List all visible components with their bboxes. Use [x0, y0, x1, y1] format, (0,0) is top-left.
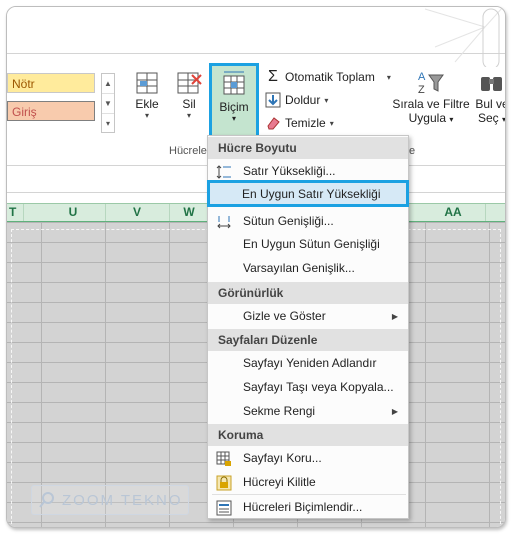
menu-header-cell-size: Hücre Boyutu	[208, 137, 408, 159]
insert-label: Ekle	[135, 97, 159, 111]
scroll-down-icon[interactable]: ▼	[102, 94, 114, 114]
clear-label: Temizle	[285, 116, 326, 130]
menu-item-hide-unhide[interactable]: Gizle ve Göster ▶	[208, 305, 408, 328]
fill-caret-icon: ▾	[324, 95, 329, 105]
svg-text:Z: Z	[418, 84, 425, 96]
format-label: Biçim	[219, 100, 249, 114]
menu-item-lock-cell[interactable]: Hücreyi Kilitle	[208, 471, 408, 494]
menu-item-column-width[interactable]: Sütun Genişliği...	[208, 210, 408, 233]
style-neutral[interactable]: Nötr	[7, 73, 95, 93]
autosum-button[interactable]: Σ Otomatik Toplam ▾	[265, 68, 391, 86]
menu-item-label: Hücreyi Kilitle	[243, 475, 316, 489]
svg-text:A: A	[418, 71, 426, 83]
menu-item-label: En Uygun Sütun Genişliği	[243, 237, 380, 251]
insert-cells-icon	[136, 72, 158, 94]
sort-filter-label-2: Uygula	[408, 111, 446, 125]
fill-down-icon	[265, 92, 281, 108]
delete-label: Sil	[182, 97, 196, 111]
sort-filter-label-1: Sırala ve Filtre	[392, 97, 470, 111]
menu-item-label: Sayfayı Taşı veya Kopyala...	[243, 380, 394, 394]
styles-scroll[interactable]: ▲ ▼ ▾	[101, 73, 115, 133]
clear-caret-icon: ▾	[329, 118, 334, 128]
menu-item-label: Sütun Genişliği...	[243, 214, 334, 228]
watermark: ZOOM TEKNO	[31, 485, 189, 515]
menu-item-label: Gizle ve Göster	[243, 309, 326, 323]
delete-button[interactable]: Sil ▾	[169, 69, 209, 121]
watermark-text: ZOOM TEKNO	[62, 491, 183, 509]
menu-item-autofit-column[interactable]: En Uygun Sütun Genişliği	[208, 233, 408, 256]
menu-header-visibility: Görünürlük	[208, 282, 408, 304]
find-label-2: Seç	[477, 111, 499, 125]
menu-item-label: Sayfayı Koru...	[243, 451, 322, 465]
more-icon[interactable]: ▾	[102, 114, 114, 133]
format-cells-icon	[216, 500, 232, 516]
format-caret-icon: ▾	[231, 114, 236, 123]
menu-header-organize-sheets: Sayfaları Düzenle	[208, 329, 408, 351]
format-button[interactable]: Biçim ▾	[209, 63, 259, 138]
find-select-button[interactable]: Bul ve Seç ▾	[472, 69, 506, 125]
cells-group-label: Hücreler	[169, 145, 211, 157]
autosum-label: Otomatik Toplam	[285, 70, 375, 84]
lock-icon	[216, 475, 232, 491]
sort-filter-caret-icon: ▾	[449, 115, 454, 124]
sort-filter-icon: A Z	[418, 71, 444, 96]
column-header[interactable]: AA	[421, 204, 486, 221]
menu-item-protect-sheet[interactable]: Sayfayı Koru...	[208, 447, 408, 470]
menu-item-label: Sayfayı Yeniden Adlandır	[243, 356, 377, 370]
protect-sheet-icon	[216, 451, 231, 466]
sigma-icon: Σ	[268, 68, 278, 85]
insert-caret-icon: ▾	[144, 111, 149, 120]
menu-item-rename-sheet[interactable]: Sayfayı Yeniden Adlandır	[208, 352, 408, 375]
menu-item-label: Satır Yüksekliği...	[243, 164, 336, 178]
delete-cells-icon	[177, 72, 202, 94]
column-header[interactable]: U	[41, 204, 106, 221]
style-input[interactable]: Giriş	[7, 101, 95, 121]
menu-item-label: Hücreleri Biçimlendir...	[243, 500, 363, 514]
fill-label: Doldur	[285, 93, 321, 107]
editing-group-label: e	[409, 145, 416, 157]
submenu-arrow-icon: ▶	[391, 407, 398, 416]
menu-item-label: Varsayılan Genişlik...	[243, 261, 355, 275]
menu-item-default-width[interactable]: Varsayılan Genişlik...	[208, 257, 408, 280]
light-flare-icon	[424, 7, 504, 67]
binoculars-icon	[481, 77, 502, 91]
fill-button[interactable]: Doldur ▾	[265, 92, 328, 108]
delete-caret-icon: ▾	[186, 111, 191, 120]
menu-item-tab-color[interactable]: Sekme Rengi ▶	[208, 400, 408, 423]
clear-button[interactable]: Temizle ▾	[265, 115, 334, 131]
column-header[interactable]: W	[169, 204, 210, 221]
eraser-icon	[267, 117, 280, 130]
find-label-1: Bul ve	[475, 97, 506, 111]
find-caret-icon: ▾	[502, 115, 506, 124]
magnifier-icon	[39, 492, 54, 508]
menu-separator	[212, 494, 406, 495]
menu-header-protection: Koruma	[208, 424, 408, 446]
insert-button[interactable]: Ekle ▾	[127, 69, 167, 121]
column-width-icon	[217, 216, 231, 229]
menu-item-move-copy[interactable]: Sayfayı Taşı veya Kopyala...	[208, 376, 408, 399]
menu-item-format-cells[interactable]: Hücreleri Biçimlendir...	[208, 496, 408, 519]
scroll-up-icon[interactable]: ▲	[102, 74, 114, 94]
submenu-arrow-icon: ▶	[391, 312, 398, 321]
column-header[interactable]: V	[105, 204, 170, 221]
row-height-icon	[216, 165, 231, 179]
column-header[interactable]: T	[7, 204, 24, 221]
sort-filter-button[interactable]: A Z Sırala ve Filtre Uygula ▾	[391, 69, 471, 125]
menu-item-label: Sekme Rengi	[243, 404, 316, 418]
format-icon	[223, 71, 245, 95]
highlighted-item-label[interactable]: En Uygun Satır Yüksekliği	[242, 187, 381, 201]
